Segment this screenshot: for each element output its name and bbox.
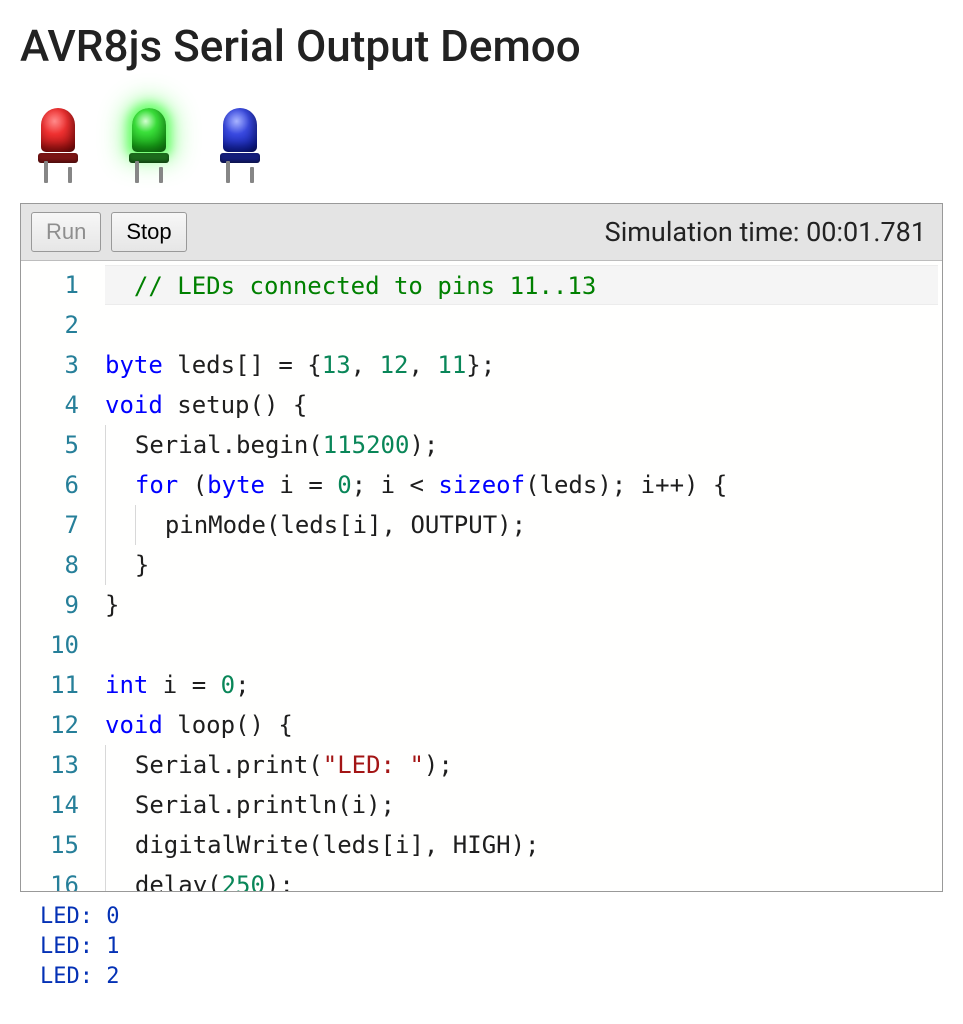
toolbar: Run Stop Simulation time: 00:01.781 [21, 204, 942, 261]
stop-button[interactable]: Stop [111, 212, 186, 252]
code-line[interactable]: Serial.begin(115200); [105, 425, 938, 465]
line-number: 1 [33, 265, 79, 305]
line-number: 4 [33, 385, 79, 425]
page-title: AVR8js Serial Output Demoo [20, 20, 943, 72]
led-green [121, 108, 176, 183]
serial-output: LED: 0LED: 1LED: 2 [20, 892, 943, 992]
code-line[interactable]: pinMode(leds[i], OUTPUT); [105, 505, 938, 545]
code-line[interactable]: delay(250); [105, 865, 938, 891]
serial-line: LED: 1 [40, 932, 937, 962]
code-line[interactable]: // LEDs connected to pins 11..13 [105, 265, 938, 305]
line-number: 10 [33, 625, 79, 665]
code-line[interactable]: } [105, 545, 938, 585]
led-bulb-icon [41, 108, 75, 152]
led-bulb-icon [132, 108, 166, 152]
simulation-time-label: Simulation time: [605, 216, 806, 248]
code-content[interactable]: // LEDs connected to pins 11..13 byte le… [99, 261, 942, 891]
led-legs-icon [220, 161, 260, 183]
code-line[interactable]: byte leds[] = {13, 12, 11}; [105, 345, 938, 385]
led-red [30, 108, 85, 183]
code-line[interactable]: Serial.println(i); [105, 785, 938, 825]
code-line[interactable]: void loop() { [105, 705, 938, 745]
led-legs-icon [129, 161, 169, 183]
editor: Run Stop Simulation time: 00:01.781 1234… [20, 203, 943, 892]
code-line[interactable]: for (byte i = 0; i < sizeof(leds); i++) … [105, 465, 938, 505]
line-number: 16 [33, 865, 79, 891]
line-number: 5 [33, 425, 79, 465]
line-number-gutter: 12345678910111213141516 [21, 261, 99, 891]
line-number: 15 [33, 825, 79, 865]
line-number: 6 [33, 465, 79, 505]
code-line[interactable] [105, 625, 938, 665]
code-line[interactable]: digitalWrite(leds[i], HIGH); [105, 825, 938, 865]
code-line[interactable]: } [105, 585, 938, 625]
line-number: 2 [33, 305, 79, 345]
line-number: 13 [33, 745, 79, 785]
line-number: 12 [33, 705, 79, 745]
simulation-time: Simulation time: 00:01.781 [605, 216, 932, 248]
line-number: 8 [33, 545, 79, 585]
led-blue [212, 108, 267, 183]
serial-line: LED: 0 [40, 902, 937, 932]
line-number: 11 [33, 665, 79, 705]
code-line[interactable] [105, 305, 938, 345]
simulation-time-value: 00:01.781 [806, 216, 926, 248]
serial-line: LED: 2 [40, 962, 937, 992]
code-line[interactable]: int i = 0; [105, 665, 938, 705]
leds-row [20, 102, 943, 203]
led-bulb-icon [223, 108, 257, 152]
code-line[interactable]: Serial.print("LED: "); [105, 745, 938, 785]
led-legs-icon [38, 161, 78, 183]
run-button[interactable]: Run [31, 212, 101, 252]
code-editor[interactable]: 12345678910111213141516 // LEDs connecte… [21, 261, 942, 891]
line-number: 9 [33, 585, 79, 625]
line-number: 3 [33, 345, 79, 385]
code-line[interactable]: void setup() { [105, 385, 938, 425]
line-number: 14 [33, 785, 79, 825]
line-number: 7 [33, 505, 79, 545]
